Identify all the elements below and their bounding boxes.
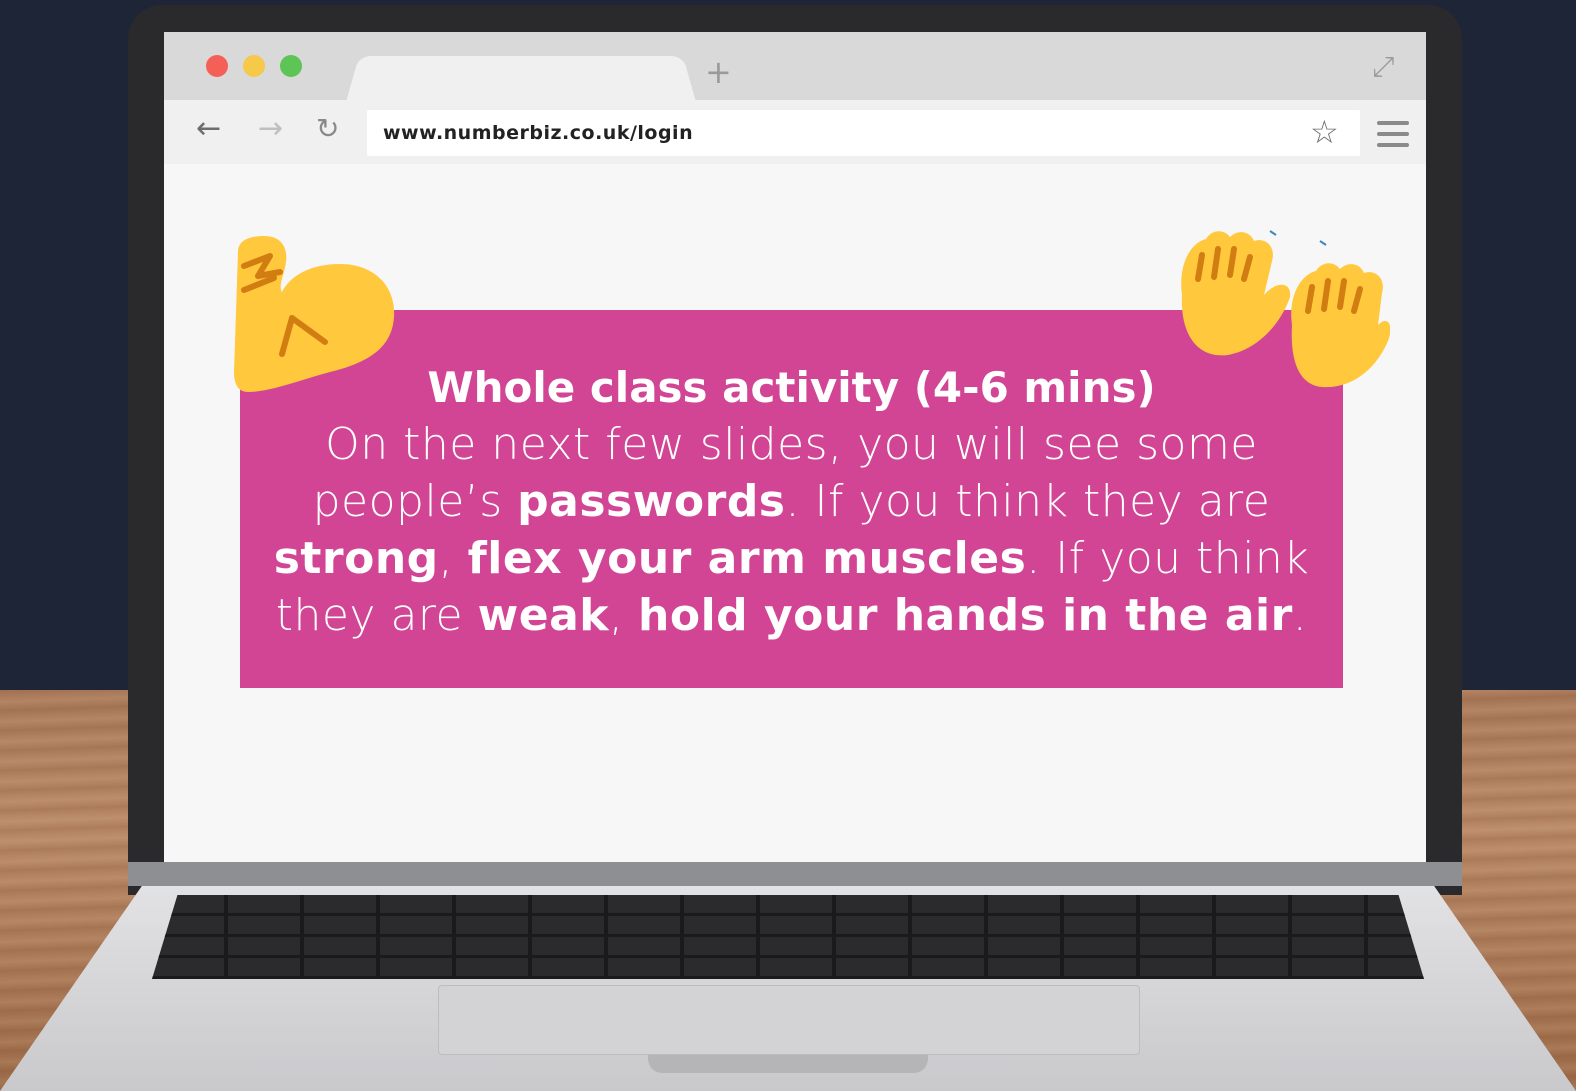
browser-tab[interactable] <box>346 56 696 102</box>
browser-tab-bar: + ⤢ <box>164 32 1426 102</box>
bold-flex: flex your arm muscles <box>467 533 1027 584</box>
bold-hands: hold your hands in the air <box>638 590 1293 641</box>
hamburger-menu-icon[interactable] <box>1377 121 1409 154</box>
activity-line-1: On the next few slides, you will see som… <box>240 416 1343 473</box>
text-span: . If you think <box>1026 533 1310 584</box>
maximize-window-button[interactable] <box>280 55 302 77</box>
new-tab-button[interactable]: + <box>705 54 732 90</box>
laptop-hinge <box>128 862 1462 886</box>
bold-passwords: passwords <box>517 476 786 527</box>
text-span: people’s <box>312 476 518 527</box>
close-window-button[interactable] <box>206 55 228 77</box>
text-span: . <box>1292 590 1308 641</box>
trackpad <box>438 985 1140 1055</box>
text-span: . If you think they are <box>785 476 1271 527</box>
activity-line-3: strong, flex your arm muscles. If you th… <box>240 530 1343 587</box>
minimize-window-button[interactable] <box>243 55 265 77</box>
text-span: , <box>609 590 639 641</box>
bold-weak: weak <box>477 590 610 641</box>
address-bar[interactable]: www.numberbiz.co.uk/login <box>367 110 1360 156</box>
activity-line-2: people’s passwords. If you think they ar… <box>240 473 1343 530</box>
bookmark-star-icon[interactable]: ☆ <box>1310 116 1339 148</box>
url-text: www.numberbiz.co.uk/login <box>383 122 694 144</box>
keyboard-keys <box>152 895 1424 979</box>
flexed-biceps-icon <box>234 236 395 392</box>
text-span: On the next few slides, you will see som… <box>325 419 1258 470</box>
fullscreen-icon[interactable]: ⤢ <box>1372 50 1394 84</box>
bold-strong: strong <box>273 533 439 584</box>
reload-icon[interactable]: ↻ <box>316 114 339 144</box>
activity-line-4: they are weak, hold your hands in the ai… <box>240 587 1343 644</box>
text-span: , <box>438 533 468 584</box>
text-span: they are <box>275 590 478 641</box>
forward-arrow-icon[interactable]: → <box>258 114 283 144</box>
raising-hands-icon <box>1181 230 1390 388</box>
laptop-screen: + ⤢ ← → ↻ www.numberbiz.co.uk/login ☆ Wh… <box>164 32 1426 862</box>
activity-text: Whole class activity (4-6 mins) On the n… <box>240 360 1343 644</box>
laptop-front-notch <box>648 1055 928 1073</box>
back-arrow-icon[interactable]: ← <box>196 114 221 144</box>
